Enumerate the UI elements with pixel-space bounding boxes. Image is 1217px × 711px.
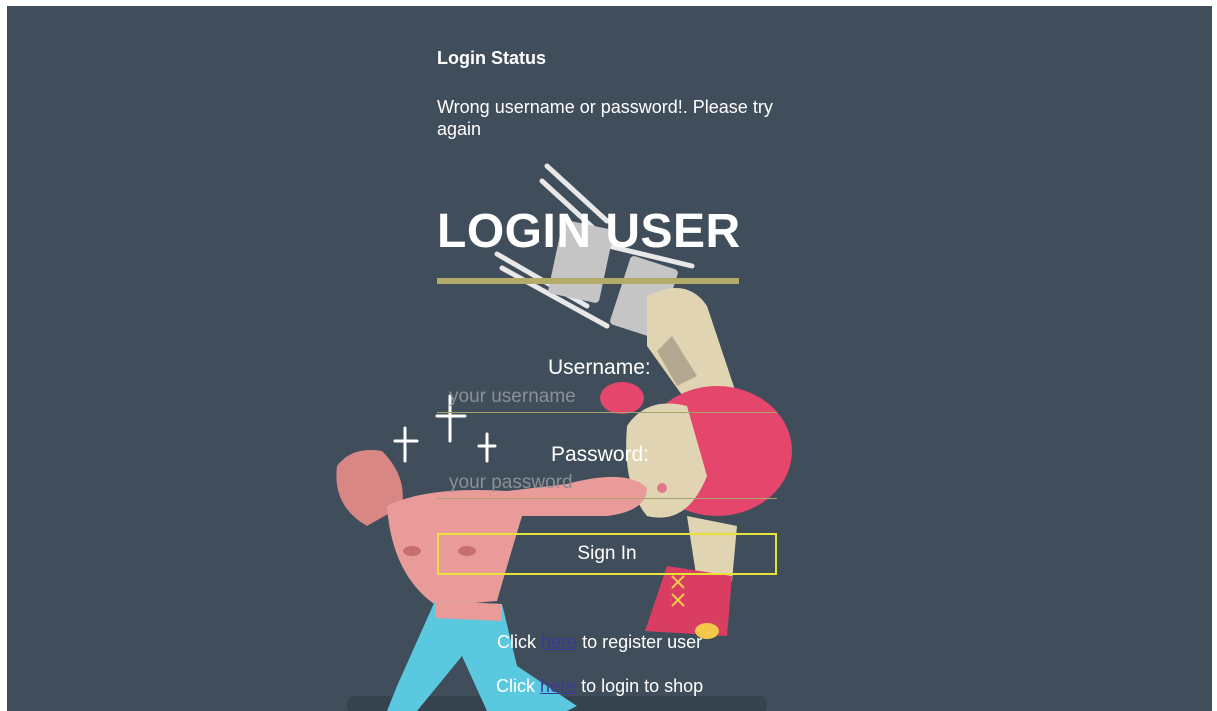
status-title: Login Status [437, 48, 546, 68]
username-label: Username: [548, 356, 651, 379]
sign-in-button[interactable]: Sign In [437, 533, 777, 575]
register-suffix: to register user [582, 632, 703, 652]
register-prefix: Click [497, 632, 536, 652]
register-line: Click here to register user [497, 632, 702, 653]
password-input[interactable] [437, 468, 777, 499]
status-message: Wrong username or password!. Please try … [437, 97, 773, 139]
title-underline [437, 278, 739, 284]
shop-login-link[interactable]: here [540, 676, 576, 696]
username-input[interactable] [437, 382, 777, 413]
page-frame: Login Status Wrong username or password!… [7, 6, 1212, 711]
page-title: LOGIN USER [437, 205, 741, 258]
password-label: Password: [551, 443, 650, 466]
shop-login-line: Click here to login to shop [496, 676, 703, 697]
register-link[interactable]: here [541, 632, 577, 652]
shop-suffix: to login to shop [581, 676, 704, 696]
shop-prefix: Click [496, 676, 535, 696]
